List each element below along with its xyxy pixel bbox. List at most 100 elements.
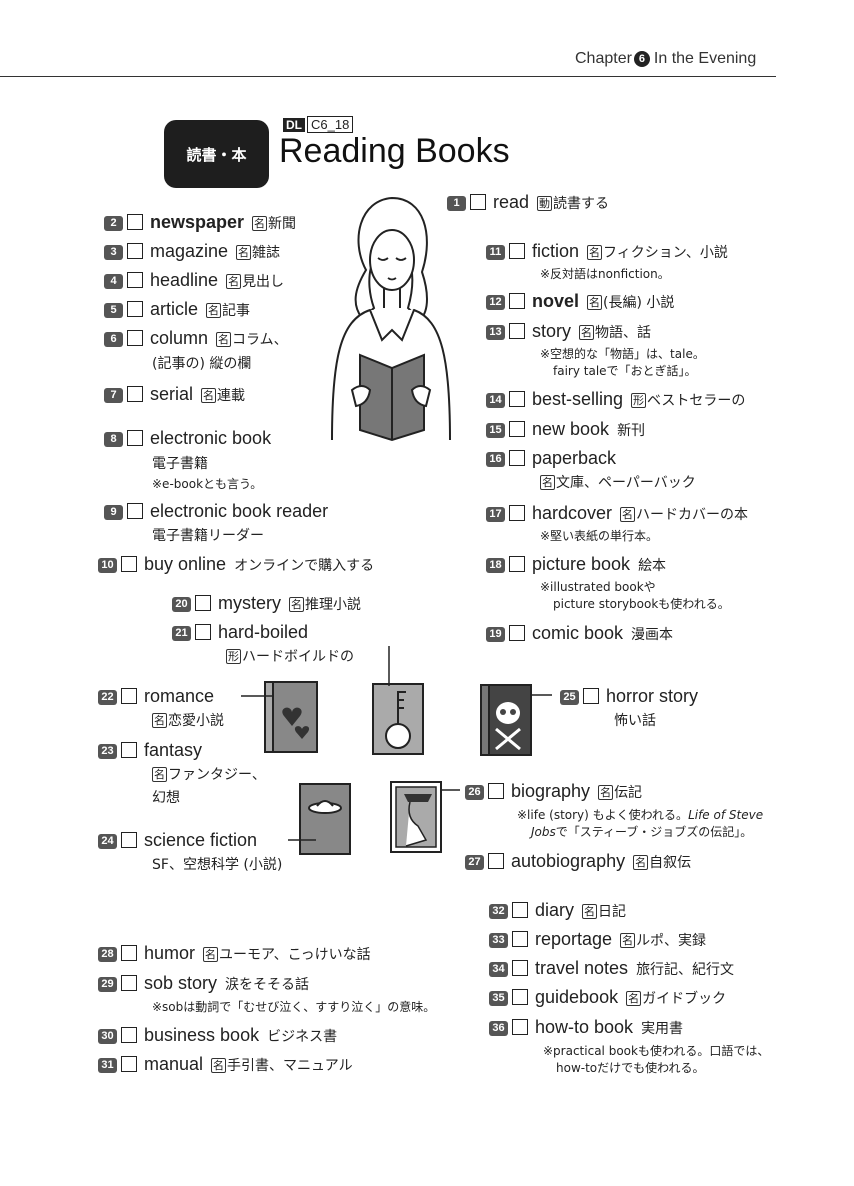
entry-number: 20	[172, 597, 191, 612]
checkbox[interactable]	[512, 902, 528, 918]
entry-note: ※life (story) もよく使われる。Life of Steve	[517, 808, 763, 823]
entry-note: Jobsで「スティーブ・ジョブズの伝記」。	[531, 825, 752, 840]
checkbox[interactable]	[127, 214, 143, 230]
entry-electronic-book: 8 electronic book	[104, 427, 271, 450]
entry-meaning-line2: 幻想	[152, 790, 180, 806]
pos-label: 名	[598, 785, 614, 800]
entry-meaning: ユーモア、こっけいな話	[219, 947, 371, 963]
checkbox[interactable]	[509, 505, 525, 521]
entry-number: 14	[486, 393, 505, 408]
entry-best-selling: 14 best-selling 形ベストセラーの	[486, 388, 745, 412]
entry-word: headline	[150, 270, 219, 290]
entry-word: romance	[144, 686, 215, 706]
checkbox[interactable]	[121, 975, 137, 991]
entry-number: 9	[104, 505, 123, 520]
entry-note-title: Jobs	[531, 825, 556, 839]
checkbox[interactable]	[127, 386, 143, 402]
checkbox[interactable]	[195, 595, 211, 611]
checkbox[interactable]	[127, 330, 143, 346]
checkbox[interactable]	[470, 194, 486, 210]
checkbox[interactable]	[512, 1019, 528, 1035]
entry-note-text: ※life (story) もよく使われる。	[517, 808, 689, 822]
checkbox[interactable]	[509, 625, 525, 641]
entry-meaning: ハードカバーの本	[636, 507, 749, 523]
entry-fiction: 11 fiction 名フィクション、小説	[486, 240, 728, 264]
entry-meaning: 怖い話	[614, 713, 656, 729]
entry-note: ※反対語はnonfiction。	[540, 267, 670, 281]
entry-number: 15	[486, 423, 505, 438]
checkbox[interactable]	[488, 783, 504, 799]
entry-note: ※堅い表紙の単行本。	[540, 529, 659, 543]
pos-label: 名	[203, 947, 219, 962]
entry-number: 27	[465, 855, 484, 870]
entry-meaning: 見出し	[242, 274, 285, 290]
checkbox[interactable]	[121, 556, 137, 572]
entry-meaning: 名ファンタジー、	[152, 766, 266, 784]
entry-word: newspaper	[150, 212, 245, 232]
checkbox[interactable]	[512, 989, 528, 1005]
checkbox[interactable]	[127, 430, 143, 446]
entry-meaning: 記事	[222, 303, 251, 319]
entry-note-text: で「スティーブ・ジョブズの伝記」。	[555, 825, 753, 839]
checkbox[interactable]	[509, 243, 525, 259]
pos-label: 名	[216, 332, 232, 347]
checkbox[interactable]	[127, 272, 143, 288]
entry-sob-story: 29 sob story 涙をそそる話	[98, 972, 309, 996]
entry-meaning: ビジネス書	[267, 1029, 338, 1045]
entry-newspaper: 2 newspaper 名新聞	[104, 211, 296, 235]
entry-word: best-selling	[532, 389, 624, 409]
entry-word: sob story	[144, 973, 218, 993]
checkbox[interactable]	[121, 1027, 137, 1043]
checkbox[interactable]	[509, 391, 525, 407]
checkbox[interactable]	[121, 832, 137, 848]
entry-meaning: 旅行記、紀行文	[636, 962, 735, 978]
pos-label: 名	[633, 855, 649, 870]
checkbox[interactable]	[121, 742, 137, 758]
pos-label: 名	[206, 303, 222, 318]
entry-meaning: 新聞	[268, 216, 297, 232]
entry-meaning: (長編) 小説	[603, 295, 675, 311]
checkbox[interactable]	[121, 1056, 137, 1072]
entry-number: 10	[98, 558, 117, 573]
entry-number: 8	[104, 432, 123, 447]
entry-word: novel	[532, 291, 580, 311]
checkbox[interactable]	[121, 688, 137, 704]
checkbox[interactable]	[488, 853, 504, 869]
entry-word: fantasy	[144, 740, 203, 760]
entry-biography: 26 biography 名伝記	[465, 780, 642, 804]
checkbox[interactable]	[509, 421, 525, 437]
checkbox[interactable]	[512, 931, 528, 947]
checkbox[interactable]	[127, 301, 143, 317]
checkbox[interactable]	[195, 624, 211, 640]
checkbox[interactable]	[127, 243, 143, 259]
entry-note: ※空想的な「物語」は、tale。	[540, 347, 705, 361]
checkbox[interactable]	[509, 323, 525, 339]
entry-meaning: 新刊	[617, 423, 646, 439]
checkbox[interactable]	[509, 450, 525, 466]
checkbox[interactable]	[509, 293, 525, 309]
pos-label: 名	[620, 933, 636, 948]
entry-meaning: 自叙伝	[649, 855, 692, 871]
checkbox[interactable]	[121, 945, 137, 961]
entry-how-to-book: 36 how-to book 実用書	[489, 1016, 683, 1040]
entry-word: fiction	[532, 241, 580, 261]
checkbox[interactable]	[509, 556, 525, 572]
entry-meaning-text: ファンタジー、	[168, 767, 266, 783]
pos-label: 名	[579, 325, 595, 340]
entry-word: story	[532, 321, 572, 341]
entry-meaning: 電子書籍	[152, 456, 208, 472]
entry-word: electronic book	[150, 428, 272, 448]
pos-label: 名	[620, 507, 636, 522]
checkbox[interactable]	[127, 503, 143, 519]
checkbox[interactable]	[583, 688, 599, 704]
entry-meaning: 手引書、マニュアル	[227, 1058, 353, 1074]
entry-number: 6	[104, 332, 123, 347]
entry-number: 13	[486, 325, 505, 340]
entry-number: 23	[98, 744, 117, 759]
entry-reportage: 33 reportage 名ルポ、実録	[489, 928, 706, 952]
entry-meaning: ルポ、実録	[636, 933, 707, 949]
entry-word: how-to book	[535, 1017, 634, 1037]
entry-meaning: オンラインで購入する	[234, 558, 375, 574]
checkbox[interactable]	[512, 960, 528, 976]
entry-number: 17	[486, 507, 505, 522]
